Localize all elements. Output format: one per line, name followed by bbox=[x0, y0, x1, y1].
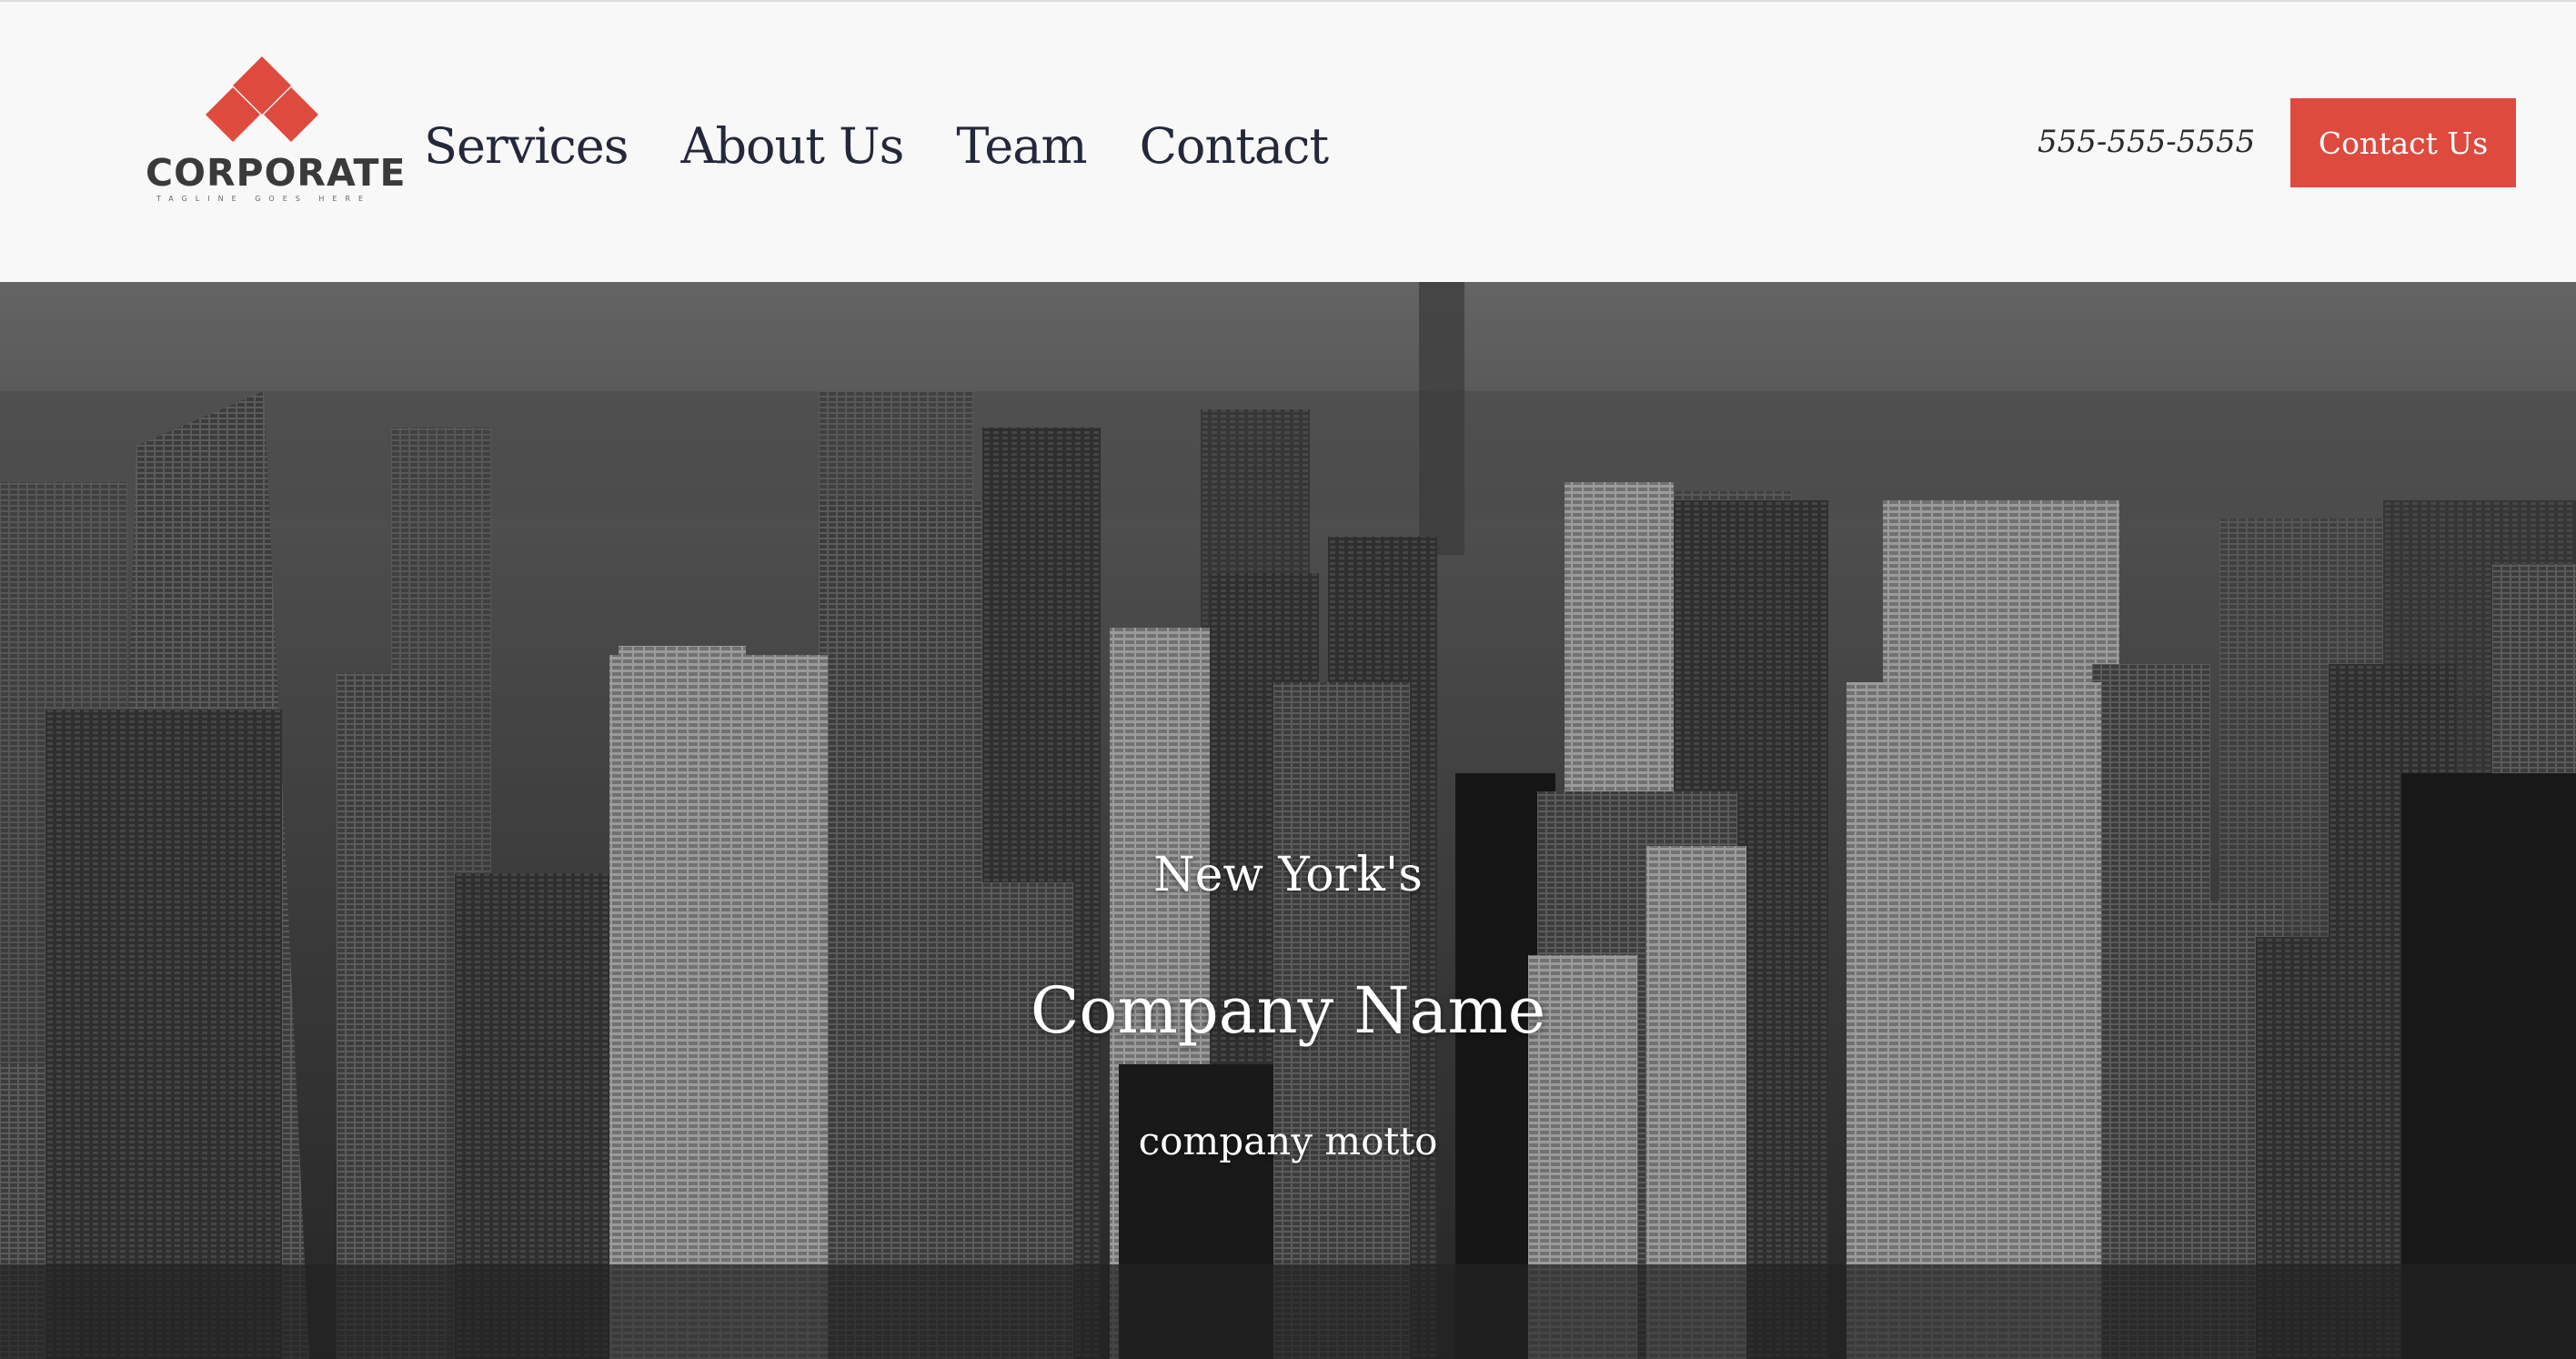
logo-tagline: TAGLINE GOES HERE bbox=[156, 195, 372, 203]
hero-kicker: New York's bbox=[1153, 848, 1423, 902]
company-logo[interactable]: CORPORATE TAGLINE GOES HERE bbox=[146, 53, 407, 213]
nav-item-about-us[interactable]: About Us bbox=[680, 117, 904, 175]
site-header: CORPORATE TAGLINE GOES HERE Services Abo… bbox=[0, 0, 2576, 282]
nav-item-services[interactable]: Services bbox=[424, 117, 629, 175]
nav-item-contact[interactable]: Contact bbox=[1140, 117, 1329, 175]
main-nav: Services About Us Team Contact bbox=[424, 109, 1381, 182]
hero-company-name: Company Name bbox=[1030, 973, 1546, 1048]
hero-section: New York's Company Name company motto bbox=[0, 282, 2576, 1359]
phone-number[interactable]: 555-555-5555 bbox=[2038, 124, 2255, 160]
nav-item-team[interactable]: Team bbox=[956, 117, 1087, 175]
four-diamond-logo-icon bbox=[206, 56, 318, 142]
hero-dark-overlay bbox=[0, 282, 2576, 1359]
hero-company-motto: company motto bbox=[1138, 1119, 1438, 1163]
logo-wordmark: CORPORATE bbox=[146, 151, 407, 195]
contact-us-button[interactable]: Contact Us bbox=[2290, 98, 2516, 187]
